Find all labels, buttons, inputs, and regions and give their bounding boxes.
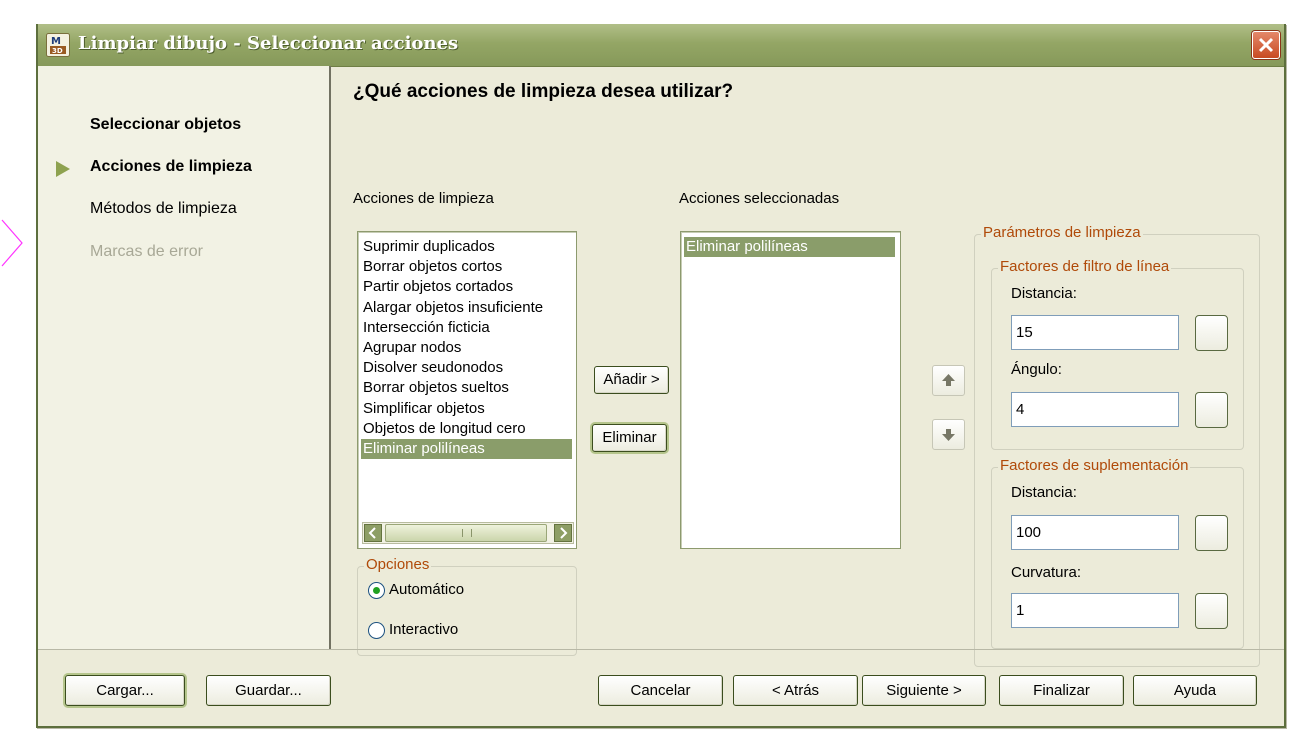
list-item[interactable]: Borrar objetos sueltos [361, 378, 572, 398]
available-actions-label: Acciones de limpieza [353, 190, 494, 207]
list-item[interactable]: Objetos de longitud cero [361, 419, 572, 439]
map3d-app-icon: M 3D [46, 33, 70, 57]
page-title: ¿Qué acciones de limpieza desea utilizar… [353, 81, 734, 102]
line-angle-label: Ángulo: [1011, 361, 1062, 378]
list-item[interactable]: Disolver seudonodos [361, 358, 572, 378]
step-metodos-de-limpieza[interactable]: Métodos de limpieza [90, 200, 237, 218]
finish-button[interactable]: Finalizar [999, 675, 1124, 706]
radio-button[interactable] [368, 621, 385, 639]
step-seleccionar-objetos[interactable]: Seleccionar objetos [90, 116, 241, 134]
list-item[interactable]: Alargar objetos insuficiente [361, 298, 572, 318]
radio-automatic-label: Automático [389, 581, 465, 598]
window-title: Limpiar dibujo - Seleccionar acciones [78, 33, 459, 54]
line-distance-input[interactable]: 15 [1011, 315, 1179, 350]
move-down-button[interactable] [932, 419, 965, 450]
radio-interactive-label: Interactivo [389, 621, 459, 638]
add-button[interactable]: Añadir > [594, 366, 669, 394]
title-bar[interactable]: M 3D Limpiar dibujo - Seleccionar accion… [38, 24, 1284, 67]
selected-actions-label: Acciones seleccionadas [679, 190, 840, 207]
load-button[interactable]: Cargar... [65, 675, 185, 706]
cleanup-parameters-title: Parámetros de limpieza [981, 224, 1143, 241]
cleanup-parameters-group: Parámetros de limpieza Factores de filtr… [974, 224, 1260, 667]
list-item[interactable]: Intersección ficticia [361, 318, 572, 338]
options-group: Opciones Automático Interactivo [357, 556, 577, 656]
main-panel: ¿Qué acciones de limpieza desea utilizar… [331, 66, 1284, 667]
supplement-title: Factores de suplementación [998, 457, 1191, 474]
radio-button[interactable] [368, 581, 385, 599]
options-title: Opciones [364, 556, 432, 573]
chevron-right-icon [560, 527, 568, 539]
scroll-thumb[interactable] [385, 524, 547, 542]
help-button[interactable]: Ayuda [1133, 675, 1257, 706]
list-item[interactable]: Suprimir duplicados [361, 237, 572, 257]
button-bar: Cargar... Guardar... Cancelar < Atrás Si… [38, 649, 1284, 727]
step-acciones-de-limpieza[interactable]: Acciones de limpieza [90, 158, 252, 176]
supp-distance-input[interactable]: 100 [1011, 515, 1179, 550]
radio-interactive[interactable]: Interactivo [368, 621, 458, 639]
list-item[interactable]: Borrar objetos cortos [361, 257, 572, 277]
supp-distance-pick-button[interactable] [1195, 515, 1228, 551]
selected-actions-list[interactable]: Eliminar polilíneas [680, 231, 901, 549]
dialog-window: M 3D Limpiar dibujo - Seleccionar accion… [36, 24, 1286, 728]
back-button[interactable]: < Atrás [733, 675, 858, 706]
supp-curvature-pick-button[interactable] [1195, 593, 1228, 629]
step-marcas-de-error: Marcas de error [90, 243, 203, 260]
line-filter-title: Factores de filtro de línea [998, 258, 1172, 275]
line-distance-label: Distancia: [1011, 285, 1077, 302]
scroll-left-button[interactable] [364, 524, 382, 542]
arrow-down-icon [942, 429, 955, 441]
line-filter-group: Factores de filtro de línea Distancia: 1… [991, 258, 1244, 450]
list-item[interactable]: Eliminar polilíneas [684, 237, 895, 257]
available-actions-list[interactable]: Suprimir duplicados Borrar objetos cortos… [357, 231, 577, 549]
close-icon [1258, 37, 1274, 53]
save-button[interactable]: Guardar... [206, 675, 331, 706]
scroll-right-button[interactable] [554, 524, 572, 542]
triangle-right-icon [56, 161, 70, 177]
horizontal-scrollbar[interactable] [362, 522, 574, 544]
cancel-button[interactable]: Cancelar [598, 675, 723, 706]
next-button[interactable]: Siguiente > [862, 675, 986, 706]
svg-text:3D: 3D [52, 47, 63, 55]
arrow-up-icon [942, 374, 955, 386]
line-angle-pick-button[interactable] [1195, 392, 1228, 428]
list-item[interactable]: Simplificar objetos [361, 399, 572, 419]
supp-curvature-label: Curvatura: [1011, 564, 1082, 581]
wizard-steps: Seleccionar objetos Acciones de limpieza… [38, 66, 331, 649]
move-up-button[interactable] [932, 365, 965, 396]
list-item[interactable]: Partir objetos cortados [361, 277, 572, 297]
supp-distance-label: Distancia: [1011, 484, 1077, 501]
list-item[interactable]: Agrupar nodos [361, 338, 572, 358]
list-item[interactable]: Eliminar polilíneas [361, 439, 572, 459]
close-button[interactable] [1252, 31, 1280, 59]
chevron-left-icon [368, 527, 376, 539]
radio-automatic[interactable]: Automático [368, 581, 464, 599]
supplement-group: Factores de suplementación Distancia: 10… [991, 457, 1244, 649]
supp-curvature-input[interactable]: 1 [1011, 593, 1179, 628]
svg-text:M: M [51, 36, 61, 47]
line-distance-pick-button[interactable] [1195, 315, 1228, 351]
remove-button[interactable]: Eliminar [592, 424, 667, 452]
edge-arrow-icon [1, 219, 23, 267]
line-angle-input[interactable]: 4 [1011, 392, 1179, 427]
